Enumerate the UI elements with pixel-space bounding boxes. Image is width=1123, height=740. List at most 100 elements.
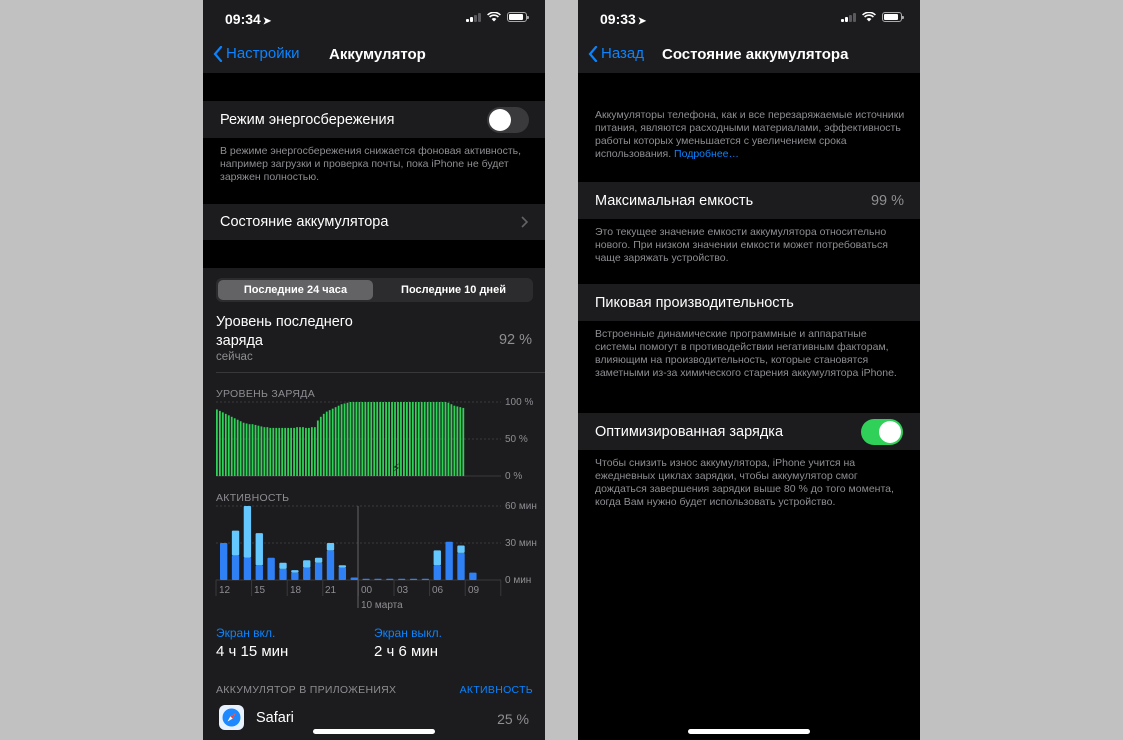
level-bar xyxy=(438,402,441,476)
level-bar xyxy=(281,427,284,476)
level-bar xyxy=(290,427,292,476)
page-title: Состояние аккумулятора xyxy=(662,46,849,63)
activity-bar-screen-on xyxy=(457,552,465,580)
last-charge-value: 92 % xyxy=(498,332,532,348)
battery-health-row[interactable]: Состояние аккумулятора xyxy=(203,204,545,240)
activity-bar-screen-off xyxy=(338,565,347,568)
level-bar xyxy=(367,402,370,476)
divider xyxy=(216,372,545,373)
status-time: 09:34 ➤ xyxy=(225,11,272,27)
x-tick-21: 21 xyxy=(325,585,337,596)
activity-bar-screen-on xyxy=(243,557,252,580)
activity-bar-screen-on xyxy=(398,578,406,580)
activity-axis-60: 60 мин xyxy=(505,501,537,512)
x-tick-06: 06 xyxy=(432,585,444,596)
level-bar xyxy=(376,402,379,476)
level-bar xyxy=(218,410,221,476)
activity-bar-screen-off xyxy=(279,562,287,569)
x-tick-09: 09 xyxy=(468,585,480,596)
back-label: Назад xyxy=(601,45,644,62)
level-bar xyxy=(385,402,387,476)
level-bar xyxy=(459,407,462,476)
activity-bar-screen-off xyxy=(303,560,311,568)
back-button[interactable]: Настройки xyxy=(213,45,300,62)
level-bar xyxy=(233,418,236,476)
peak-performance-label: Пиковая производительность xyxy=(595,295,794,311)
activity-bar-screen-off xyxy=(255,533,263,566)
activity-bar-screen-on xyxy=(267,557,275,580)
max-capacity-footer: Это текущее значение емкости аккумулятор… xyxy=(595,226,888,264)
battery-settings-screen: 09:34 ➤ Настройки Аккумулятор Режим энерг… xyxy=(203,0,545,740)
level-bar xyxy=(319,416,322,476)
level-bar xyxy=(435,402,438,476)
learn-more-link[interactable]: Подробнее… xyxy=(674,148,739,160)
level-bar xyxy=(426,402,429,476)
activity-bar-screen-on xyxy=(220,543,228,580)
safari-icon xyxy=(219,705,244,730)
level-bar xyxy=(382,402,385,476)
app-row-safari[interactable]: Safari 25 % xyxy=(203,700,545,740)
level-bar xyxy=(429,402,432,476)
peak-performance-footer: Встроенные динамические программные и ап… xyxy=(595,328,897,379)
charging-bolt-icon: ⚡ xyxy=(392,461,400,475)
level-bar xyxy=(216,409,218,476)
level-bar xyxy=(450,404,453,476)
low-power-mode-footer: В режиме энергосбережения снижается фоно… xyxy=(220,145,522,183)
wifi-icon xyxy=(487,12,501,22)
home-indicator[interactable] xyxy=(313,729,435,734)
x-tick-15: 15 xyxy=(254,585,266,596)
level-bar xyxy=(296,427,298,476)
level-bar xyxy=(287,427,290,476)
segment-last-10d[interactable]: Последние 10 дней xyxy=(376,280,531,300)
status-time: 09:33 ➤ xyxy=(600,11,647,27)
activity-bar-screen-off xyxy=(243,506,252,558)
max-capacity-value: 99 % xyxy=(870,193,904,209)
activity-bar-screen-on xyxy=(314,562,323,580)
back-label: Настройки xyxy=(226,45,300,62)
chevron-left-icon xyxy=(588,45,598,62)
activity-bar-screen-on xyxy=(445,541,453,580)
activity-bar-screen-on xyxy=(303,567,311,580)
level-bar xyxy=(447,402,450,476)
level-bar xyxy=(331,408,334,476)
activity-bar-screen-on xyxy=(350,577,358,580)
low-power-mode-label: Режим энергосбережения xyxy=(220,112,395,128)
level-bar xyxy=(254,424,257,476)
back-button[interactable]: Назад xyxy=(588,45,644,62)
level-bar xyxy=(388,402,390,476)
level-bar xyxy=(373,402,376,476)
level-bar xyxy=(414,402,417,476)
activity-toggle-button[interactable]: АКТИВНОСТЬ xyxy=(460,684,533,696)
level-bar xyxy=(302,427,304,476)
activity-bar-screen-off xyxy=(433,550,441,566)
activity-bar-screen-off xyxy=(291,570,299,573)
level-bar xyxy=(334,407,337,476)
max-capacity-label: Максимальная емкость xyxy=(595,193,754,209)
segment-last-24h[interactable]: Последние 24 часа xyxy=(218,280,373,300)
level-bar xyxy=(453,405,456,476)
activity-bar-screen-on xyxy=(255,565,263,580)
activity-bar-screen-off xyxy=(457,545,465,553)
battery-health-label: Состояние аккумулятора xyxy=(220,214,389,230)
level-bar xyxy=(316,420,319,476)
screen-on-value: 4 ч 15 мин xyxy=(216,643,289,660)
chevron-left-icon xyxy=(213,45,223,62)
nav-bar: Настройки Аккумулятор xyxy=(203,36,545,73)
activity-bar-screen-on xyxy=(326,550,335,580)
level-bar xyxy=(406,402,408,476)
activity-bar-screen-on xyxy=(279,568,287,580)
level-bar xyxy=(311,427,313,476)
level-bar xyxy=(346,402,349,476)
optimized-charging-toggle[interactable] xyxy=(861,419,903,445)
battery-level-chart: ⚡ xyxy=(216,401,501,477)
level-bar xyxy=(242,422,245,476)
level-bar xyxy=(293,427,295,476)
activity-bar-screen-on xyxy=(374,578,382,580)
level-bar xyxy=(349,402,352,476)
level-bar xyxy=(299,427,301,476)
intro-text: Аккумуляторы телефона, как и все перезар… xyxy=(595,109,905,160)
low-power-mode-toggle[interactable] xyxy=(487,107,529,133)
level-bar xyxy=(423,402,426,476)
level-bar xyxy=(248,424,251,476)
home-indicator[interactable] xyxy=(688,729,810,734)
